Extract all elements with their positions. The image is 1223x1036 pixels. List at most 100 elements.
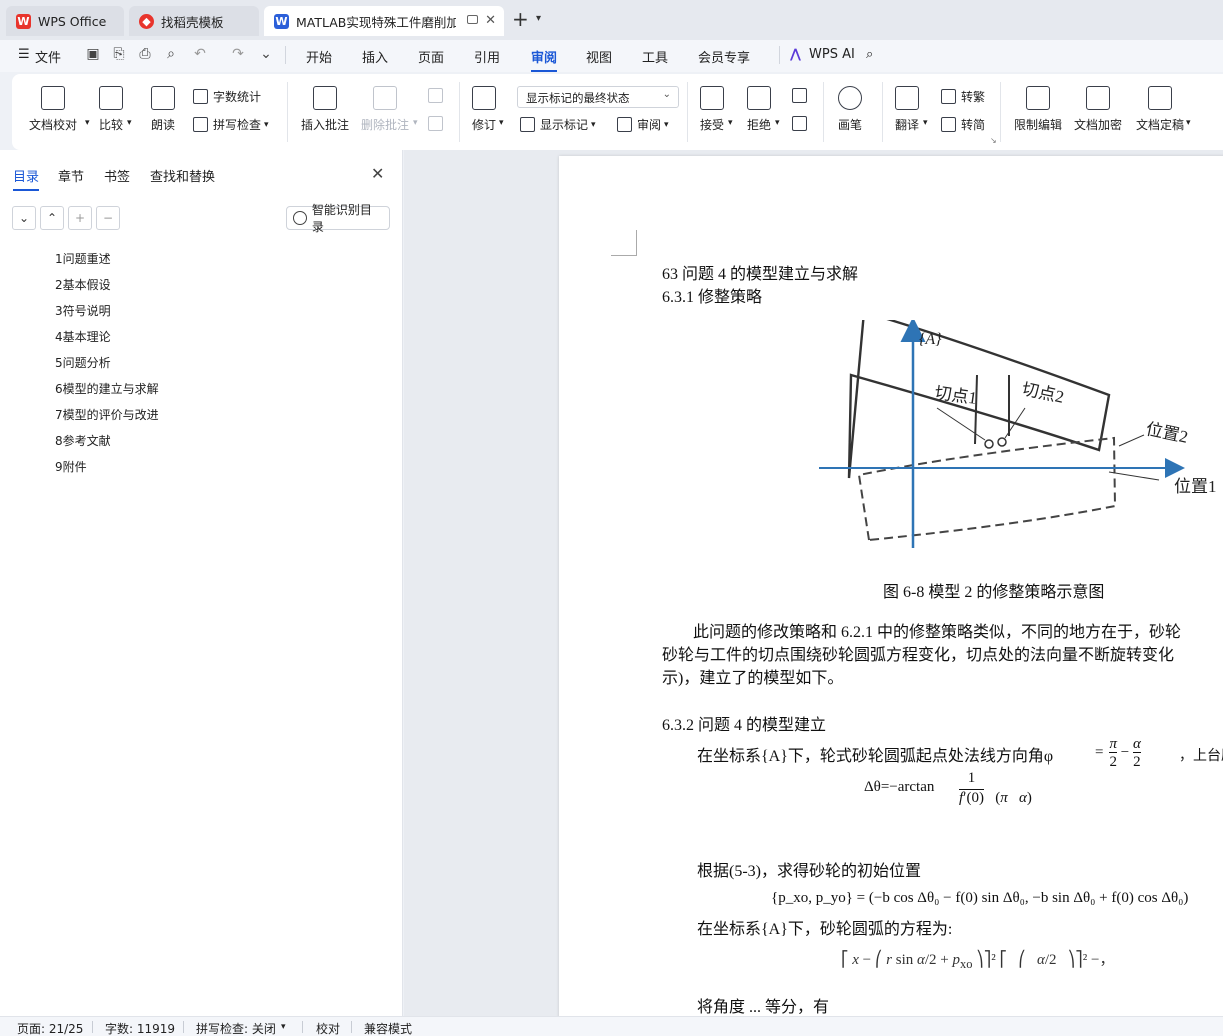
- delete-comment-button[interactable]: 删除批注: [361, 86, 409, 133]
- menu-membership[interactable]: 会员专享: [698, 47, 750, 66]
- print-preview-icon[interactable]: ⌕: [163, 46, 179, 62]
- new-tab-button[interactable]: +: [512, 9, 529, 29]
- pen-button[interactable]: 画笔: [838, 86, 862, 133]
- toc-item[interactable]: 2基本假设: [55, 276, 159, 302]
- chevron-down-icon[interactable]: ▾: [536, 13, 541, 24]
- spell-check-indicator[interactable]: 拼写检查: 关闭: [196, 1020, 276, 1036]
- print-icon[interactable]: ⎙: [137, 46, 153, 62]
- undo-icon[interactable]: ↶: [192, 46, 208, 62]
- expand-all-button[interactable]: ⌄: [12, 206, 36, 230]
- next-comment-button[interactable]: [428, 116, 448, 131]
- smart-toc-button[interactable]: 智能识别目录: [286, 203, 390, 234]
- reject-button[interactable]: 拒绝: [747, 86, 771, 133]
- menu-wps-ai[interactable]: WPS AI: [809, 47, 855, 62]
- chevron-down-icon[interactable]: ▾: [499, 118, 504, 128]
- proofread-indicator[interactable]: 校对: [316, 1020, 340, 1036]
- toc-item[interactable]: 7模型的评价与改进: [55, 406, 159, 432]
- menu-file[interactable]: 文件: [35, 47, 61, 66]
- encrypt-button[interactable]: 文档加密: [1074, 86, 1122, 133]
- traditional-icon: [941, 89, 956, 104]
- nav-tab-find-replace[interactable]: 查找和替换: [150, 166, 215, 185]
- revise-label: 修订: [472, 118, 497, 132]
- divider: [459, 82, 460, 142]
- chevron-down-icon[interactable]: ▾: [923, 118, 928, 128]
- toc-item[interactable]: 9附件: [55, 458, 159, 484]
- read-aloud-button[interactable]: 朗读: [151, 86, 175, 133]
- chevron-down-icon[interactable]: ▾: [281, 1022, 286, 1032]
- menu-review[interactable]: 审阅: [531, 47, 558, 72]
- chevron-down-icon[interactable]: ▾: [127, 118, 132, 128]
- expand-corner-icon[interactable]: ↘: [990, 136, 997, 145]
- toc-item[interactable]: 1问题重述: [55, 250, 159, 276]
- chevron-down-icon[interactable]: ▾: [413, 118, 418, 128]
- monitor-icon[interactable]: [467, 15, 478, 24]
- tab-document[interactable]: W MATLAB实现特殊工件磨削加工 ✕: [264, 6, 504, 36]
- word-count-label: 字数统计: [213, 90, 262, 104]
- previous-comment-button[interactable]: [428, 88, 448, 103]
- remove-heading-button[interactable]: −: [96, 206, 120, 230]
- customize-chevron-icon[interactable]: ⌄: [258, 46, 274, 62]
- review-pane-button[interactable]: 审阅 ▾: [617, 116, 669, 133]
- restrict-edit-button[interactable]: 限制编辑: [1014, 86, 1062, 133]
- document-canvas[interactable]: 63 问题 4 的模型建立与求解 6.3.1 修整策略 {A} 切点1 切点2 …: [404, 150, 1223, 1016]
- chevron-down-icon[interactable]: ▾: [728, 118, 733, 128]
- toc-item[interactable]: 4基本理论: [55, 328, 159, 354]
- show-markup-button[interactable]: 显示标记 ▾: [520, 116, 596, 133]
- to-traditional-button[interactable]: 转繁: [941, 88, 985, 105]
- previous-revision-button[interactable]: [792, 88, 812, 103]
- nav-tab-toc[interactable]: 目录: [13, 166, 40, 191]
- to-simplified-button[interactable]: 转简: [941, 116, 985, 133]
- add-heading-button[interactable]: +: [68, 206, 92, 230]
- divider: [882, 82, 883, 142]
- menu-page[interactable]: 页面: [418, 47, 444, 66]
- simplified-icon: [941, 117, 956, 132]
- nav-tab-bookmarks[interactable]: 书签: [104, 166, 130, 185]
- revise-button[interactable]: 修订: [472, 86, 496, 133]
- chevron-down-icon[interactable]: ▾: [85, 118, 90, 128]
- tab-template[interactable]: ◆ 找稻壳模板: [129, 6, 259, 36]
- menu-tools[interactable]: 工具: [642, 47, 668, 66]
- save-icon[interactable]: ▣: [85, 46, 101, 62]
- divider: [779, 46, 780, 64]
- search-icon[interactable]: ⌕: [866, 47, 873, 62]
- menu-insert[interactable]: 插入: [362, 47, 388, 66]
- restrict-edit-icon: [1026, 86, 1050, 110]
- word-count-indicator[interactable]: 字数: 11919: [105, 1020, 175, 1036]
- markup-state-select[interactable]: 显示标记的最终状态 ⌄: [517, 86, 679, 108]
- label-point2: 切点2: [1020, 379, 1066, 406]
- toc-item[interactable]: 6模型的建立与求解: [55, 380, 159, 406]
- page-indicator[interactable]: 页面: 21/25: [17, 1020, 83, 1036]
- insert-comment-button[interactable]: 插入批注: [301, 86, 349, 133]
- export-icon[interactable]: ⎘: [111, 46, 127, 62]
- tab-wps-office[interactable]: W WPS Office: [6, 6, 124, 36]
- document-page[interactable]: 63 问题 4 的模型建立与求解 6.3.1 修整策略 {A} 切点1 切点2 …: [559, 156, 1223, 1016]
- proofread-button[interactable]: 文档校对: [29, 86, 77, 133]
- hamburger-icon[interactable]: ☰: [18, 47, 30, 62]
- close-tab-icon[interactable]: ✕: [485, 13, 496, 28]
- menu-view[interactable]: 视图: [586, 47, 612, 66]
- redo-icon[interactable]: ↷: [230, 46, 246, 62]
- close-icon[interactable]: ✕: [371, 164, 384, 183]
- compare-button[interactable]: 比较: [99, 86, 123, 133]
- toc-item[interactable]: 8参考文献: [55, 432, 159, 458]
- nav-tab-chapters[interactable]: 章节: [58, 166, 84, 185]
- navigation-pane: 目录 章节 书签 查找和替换 ✕ ⌄ ⌃ + − 智能识别目录 1问题重述 2基…: [0, 150, 403, 1016]
- compare-label: 比较: [99, 118, 124, 132]
- chevron-down-icon[interactable]: ▾: [775, 118, 780, 128]
- chevron-down-icon[interactable]: ▾: [1186, 118, 1191, 128]
- toc-item[interactable]: 3符号说明: [55, 302, 159, 328]
- next-revision-button[interactable]: [792, 116, 812, 131]
- divider: [823, 82, 824, 142]
- menu-references[interactable]: 引用: [474, 47, 500, 66]
- to-traditional-label: 转繁: [961, 90, 986, 104]
- word-count-button[interactable]: 字数统计: [193, 88, 261, 105]
- spell-check-button[interactable]: 拼写检查 ▾: [193, 116, 269, 133]
- equation-delta-theta: Δθ=−arctan: [864, 779, 935, 795]
- accept-button[interactable]: 接受: [700, 86, 724, 133]
- collapse-all-button[interactable]: ⌃: [40, 206, 64, 230]
- translate-button[interactable]: 翻译: [895, 86, 919, 133]
- finalize-button[interactable]: 文档定稿: [1136, 86, 1184, 133]
- toc-item[interactable]: 5问题分析: [55, 354, 159, 380]
- to-simplified-label: 转简: [961, 118, 986, 132]
- menu-home[interactable]: 开始: [306, 47, 332, 66]
